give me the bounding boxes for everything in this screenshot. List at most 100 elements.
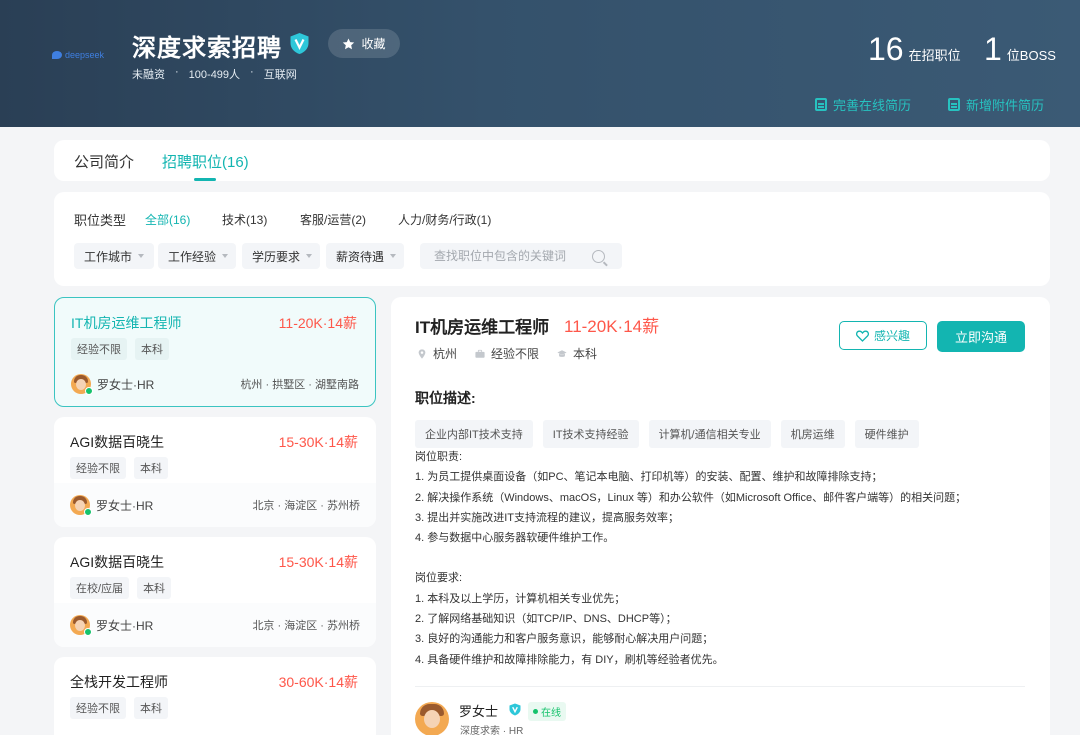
job-location: 北京 · 海淀区 · 苏州桥 xyxy=(252,500,360,512)
job-type-label: 职位类型 xyxy=(74,213,127,228)
detail-experience-text: 经验不限 xyxy=(491,347,540,361)
job-title: AGI数据百晓生 xyxy=(70,434,165,450)
section-divider xyxy=(415,686,1025,687)
location-pin-icon xyxy=(418,348,426,359)
document-icon xyxy=(815,98,827,111)
city-dropdown[interactable]: 工作城市 xyxy=(74,243,154,269)
add-attachment-resume-link[interactable]: 新增附件简历 xyxy=(948,95,1044,114)
jobs-count-label: 在招职位 xyxy=(908,48,961,63)
category-hr-finance[interactable]: 人力/财务/行政(1) xyxy=(398,211,491,228)
duty-line: 2. 解决操作系统（Windows、macOS，Linux 等）和办公软件（如M… xyxy=(415,491,967,504)
verified-shield-icon xyxy=(509,703,521,716)
salary-dropdown-label: 薪资待遇 xyxy=(336,249,385,264)
star-icon xyxy=(343,38,355,49)
whale-icon xyxy=(52,51,62,59)
caret-down-icon xyxy=(222,254,229,258)
caret-down-icon xyxy=(138,254,145,258)
complete-online-resume-label: 完善在线简历 xyxy=(833,98,912,113)
interested-button[interactable]: 感兴趣 xyxy=(839,321,927,350)
company-meta: 未融资 · 100-499人 · 互联网 xyxy=(132,66,297,82)
job-tags: 经验不限 本科 xyxy=(70,697,168,719)
verified-shield-icon xyxy=(290,33,309,54)
job-title: IT机房运维工程师 xyxy=(71,315,182,331)
company-size: 100-499人 xyxy=(188,69,241,81)
experience-dropdown[interactable]: 工作经验 xyxy=(158,243,236,269)
avatar xyxy=(71,374,93,395)
company-funding: 未融资 xyxy=(132,69,165,81)
requirement-line: 4. 具备硬件维护和故障排除能力，有 DIY，刷机等经验者优先。 xyxy=(415,653,724,666)
tab-company-intro[interactable]: 公司简介 xyxy=(74,151,134,172)
requirement-line: 1. 本科及以上学历，计算机相关专业优先； xyxy=(415,592,626,605)
job-list-item[interactable]: 全栈开发工程师 30-60K·14薪 经验不限 本科 xyxy=(54,657,376,735)
job-list-item[interactable]: AGI数据百晓生 15-30K·14薪 经验不限 本科 罗女士·HR 北京 · … xyxy=(54,417,376,527)
meta-separator: · xyxy=(175,66,179,78)
logo-text: deepseek xyxy=(65,50,105,60)
job-list-item[interactable]: AGI数据百晓生 15-30K·14薪 在校/应届 本科 罗女士·HR 北京 ·… xyxy=(54,537,376,647)
job-salary: 15-30K·14薪 xyxy=(278,554,358,570)
city-dropdown-label: 工作城市 xyxy=(84,249,133,264)
requirement-line: 2. 了解网络基础知识（如TCP/IP、DNS、DHCP等）； xyxy=(415,613,677,626)
detail-education: 本科 xyxy=(557,345,597,362)
chat-now-button[interactable]: 立即沟通 xyxy=(937,321,1025,352)
favorite-button[interactable]: 收藏 xyxy=(328,29,400,58)
duty-line: 1. 为员工提供桌面设备（如PC、笔记本电脑、打印机等）的安装、配置、维护和故障… xyxy=(415,471,883,484)
favorite-label: 收藏 xyxy=(361,37,386,51)
job-tag: 经验不限 xyxy=(70,457,126,479)
duty-line: 4. 参与数据中心服务器软硬件维护工作。 xyxy=(415,532,615,545)
education-dropdown-label: 学历要求 xyxy=(252,249,301,264)
skill-tag: IT技术支持经验 xyxy=(542,420,639,448)
hr-name: 罗女士 xyxy=(459,704,499,719)
job-footer: 罗女士·HR 北京 · 海淀区 · 苏州桥 xyxy=(54,483,376,527)
job-tag: 经验不限 xyxy=(71,338,127,360)
job-tag: 在校/应届 xyxy=(70,577,130,599)
category-all[interactable]: 全部(16) xyxy=(145,211,190,228)
skill-tag: 硬件维护 xyxy=(854,420,919,448)
job-tag: 本科 xyxy=(135,338,169,360)
online-dot-icon xyxy=(533,709,538,714)
skill-tags: 企业内部IT技术支持 IT技术支持经验 计算机/通信相关专业 机房运维 硬件维护 xyxy=(415,420,919,448)
job-salary: 15-30K·14薪 xyxy=(278,434,358,450)
requirements-title: 岗位要求: xyxy=(415,572,463,585)
tab-jobs[interactable]: 招聘职位(16) xyxy=(162,151,249,172)
job-location: 杭州 · 拱墅区 · 湖墅南路 xyxy=(240,379,359,391)
briefcase-icon xyxy=(475,349,485,358)
heart-icon xyxy=(855,330,869,342)
job-description-text: 岗位职责: 1. 为员工提供桌面设备（如PC、笔记本电脑、打印机等）的安装、配置… xyxy=(415,447,1035,670)
job-tags: 在校/应届 本科 xyxy=(70,577,172,599)
job-tags: 经验不限 本科 xyxy=(70,457,168,479)
duty-line: 3. 提出并实施改进IT支持流程的建议，提高服务效率； xyxy=(415,511,680,524)
online-status-icon xyxy=(84,628,92,636)
job-footer: 罗女士·HR 杭州 · 拱墅区 · 湖墅南路 xyxy=(55,362,375,406)
avatar xyxy=(70,495,92,516)
job-salary: 11-20K·14薪 xyxy=(278,315,357,331)
jobs-count: 16 xyxy=(868,31,904,67)
search-icon[interactable] xyxy=(592,249,605,263)
meta-separator: · xyxy=(250,66,254,78)
job-search-input[interactable] xyxy=(420,249,590,263)
add-attachment-resume-label: 新增附件简历 xyxy=(966,98,1045,113)
jobs-count-stat: 16 在招职位 xyxy=(868,33,961,65)
category-tech[interactable]: 技术(13) xyxy=(222,211,267,228)
job-salary: 30-60K·14薪 xyxy=(278,674,358,690)
job-tag: 经验不限 xyxy=(70,697,126,719)
caret-down-icon xyxy=(306,254,313,258)
boss-count-stat: 1 位BOSS xyxy=(984,33,1056,65)
job-location: 北京 · 海淀区 · 苏州桥 xyxy=(252,620,360,632)
skill-tag: 计算机/通信相关专业 xyxy=(648,420,771,448)
job-list-item[interactable]: IT机房运维工程师 11-20K·14薪 经验不限 本科 罗女士·HR 杭州 ·… xyxy=(54,297,376,407)
online-status-icon xyxy=(85,387,93,395)
graduation-cap-icon xyxy=(557,349,567,357)
recruiter-name: 罗女士·HR xyxy=(96,618,154,633)
detail-salary: 11-20K·14薪 xyxy=(564,317,660,336)
category-service[interactable]: 客服/运营(2) xyxy=(300,211,366,228)
salary-dropdown[interactable]: 薪资待遇 xyxy=(326,243,404,269)
detail-job-title: IT机房运维工程师 xyxy=(415,318,550,337)
education-dropdown[interactable]: 学历要求 xyxy=(242,243,320,269)
job-filters: 职位类型 全部(16) 技术(13) 客服/运营(2) 人力/财务/行政(1) … xyxy=(54,192,1050,286)
duties-title: 岗位职责: xyxy=(415,451,463,463)
online-status-icon xyxy=(84,508,92,516)
active-tab-indicator xyxy=(194,178,216,181)
caret-down-icon xyxy=(390,254,397,258)
complete-online-resume-link[interactable]: 完善在线简历 xyxy=(815,95,911,114)
